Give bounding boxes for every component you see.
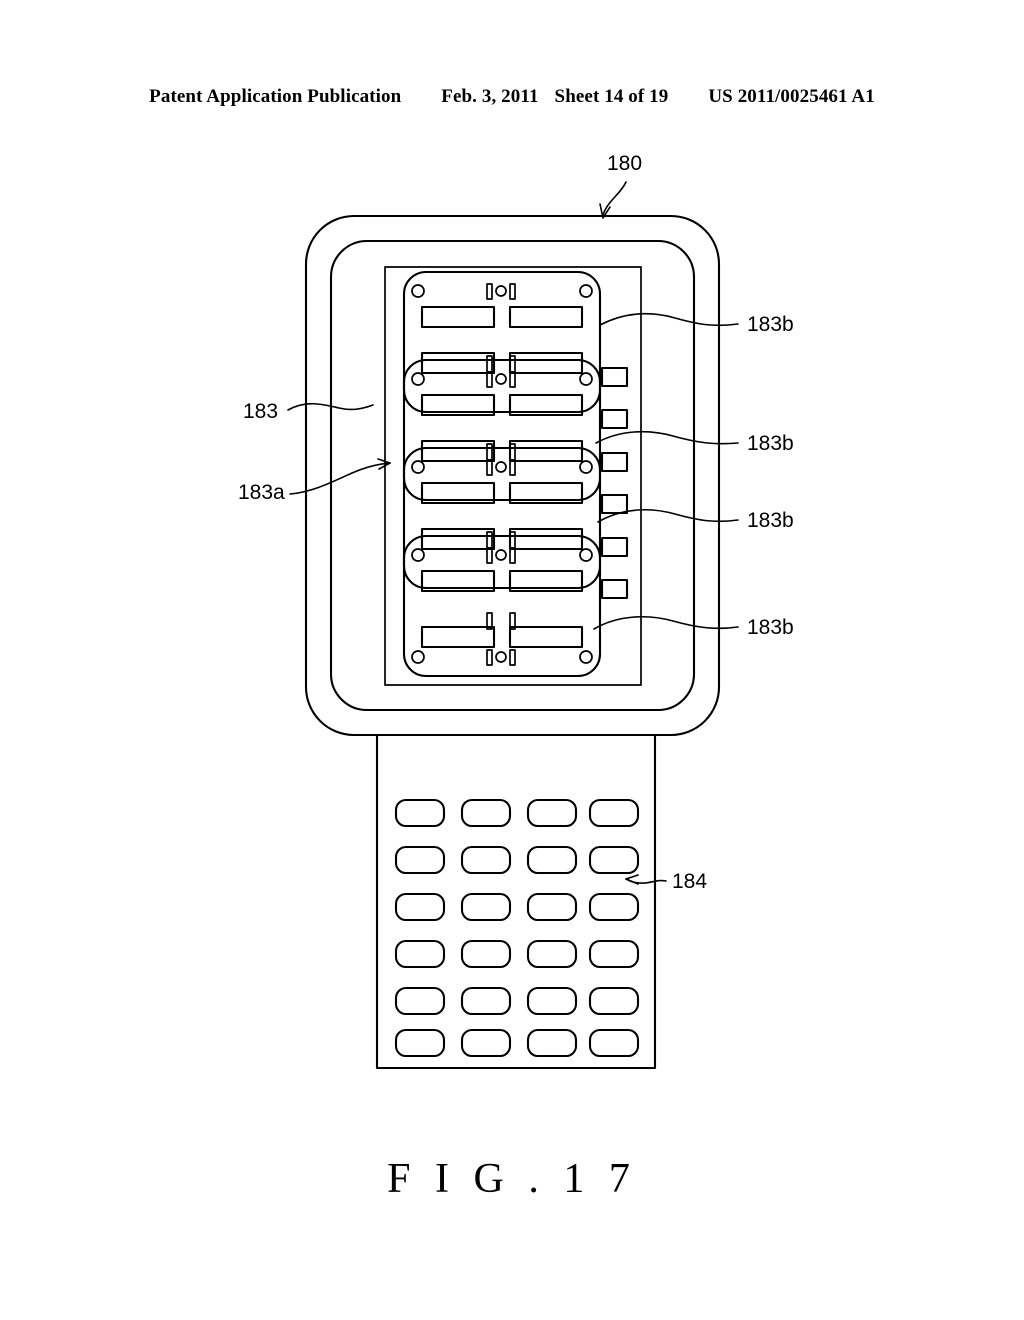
leader-183b-2: [595, 430, 739, 445]
ref-label-184: 184: [672, 870, 707, 893]
leader-183b-3: [597, 508, 739, 523]
side-tab-group: [600, 366, 629, 600]
keypad-button[interactable]: [460, 892, 512, 922]
keypad-button[interactable]: [394, 798, 446, 828]
ref-label-183b-3: 183b: [747, 509, 794, 532]
leader-183b-4: [593, 615, 739, 630]
pad-rect: [420, 351, 496, 375]
keypad-button[interactable]: [526, 892, 578, 922]
card-module-1: [402, 270, 602, 414]
keypad-button[interactable]: [588, 892, 640, 922]
contact-bar: [509, 283, 516, 300]
pad-rect: [420, 625, 496, 649]
keypad-button[interactable]: [460, 798, 512, 828]
keypad-button[interactable]: [588, 939, 640, 969]
side-tab: [600, 536, 629, 558]
leader-180: [599, 181, 627, 219]
contact-bar: [509, 459, 516, 476]
contact-bar: [509, 371, 516, 388]
ref-label-183b-2: 183b: [747, 432, 794, 455]
side-tab: [600, 366, 629, 388]
ref-label-183: 183: [243, 400, 278, 423]
center-hole-icon: [495, 549, 507, 561]
keypad-button[interactable]: [394, 986, 446, 1016]
contact-bar: [486, 459, 493, 476]
leader-183b-1: [599, 312, 739, 327]
patent-drawing-page: Patent Application Publication Feb. 3, 2…: [0, 0, 1024, 1320]
contact-bar: [509, 649, 516, 666]
keypad-button[interactable]: [460, 986, 512, 1016]
pad-rect: [508, 625, 584, 649]
ref-label-183b-1: 183b: [747, 313, 794, 336]
keypad-button[interactable]: [394, 892, 446, 922]
pad-rect: [420, 439, 496, 463]
keypad-button[interactable]: [394, 1028, 446, 1058]
side-tab: [600, 408, 629, 430]
center-hole-icon: [495, 651, 507, 663]
pad-rect: [508, 351, 584, 375]
contact-bar: [486, 547, 493, 564]
slot-bar: [486, 531, 493, 549]
side-tab: [600, 493, 629, 515]
pad-rect: [508, 439, 584, 463]
keypad-button[interactable]: [526, 1028, 578, 1058]
keypad-button[interactable]: [394, 939, 446, 969]
card-module-4: [402, 534, 602, 678]
keypad-button[interactable]: [526, 798, 578, 828]
center-hole-icon: [495, 285, 507, 297]
pad-rect: [420, 527, 496, 551]
figure-drawing: 180 183 183a 183b 183b 183b 183b 184: [238, 152, 794, 1070]
slot-bar: [486, 355, 493, 373]
pad-rect: [508, 305, 584, 329]
keypad-button[interactable]: [588, 986, 640, 1016]
slot-bar: [486, 443, 493, 461]
keypad-button[interactable]: [526, 939, 578, 969]
keypad-button[interactable]: [394, 845, 446, 875]
side-tab: [600, 451, 629, 473]
center-hole-icon: [495, 373, 507, 385]
side-tab: [600, 578, 629, 600]
keypad-sheet: [375, 733, 657, 1070]
pad-rect: [508, 527, 584, 551]
center-hole-icon: [495, 461, 507, 473]
keypad-button[interactable]: [460, 1028, 512, 1058]
contact-bar: [486, 283, 493, 300]
leader-184: [625, 874, 667, 885]
card-module-3: [402, 446, 602, 590]
ref-label-183a: 183a: [238, 481, 285, 504]
keypad-button[interactable]: [526, 986, 578, 1016]
keypad-button[interactable]: [460, 845, 512, 875]
pad-rect: [420, 305, 496, 329]
ref-label-180: 180: [607, 152, 642, 175]
ref-label-183b-4: 183b: [747, 616, 794, 639]
keypad-button-grid: [394, 798, 640, 1058]
figure-caption: F I G . 1 7: [387, 1156, 637, 1202]
keypad-button[interactable]: [588, 845, 640, 875]
contact-bar: [486, 371, 493, 388]
card-module-2: [402, 358, 602, 502]
keypad-button[interactable]: [526, 845, 578, 875]
contact-bar: [486, 649, 493, 666]
keypad-button[interactable]: [460, 939, 512, 969]
keypad-button[interactable]: [588, 798, 640, 828]
contact-bar: [509, 547, 516, 564]
keypad-button[interactable]: [588, 1028, 640, 1058]
